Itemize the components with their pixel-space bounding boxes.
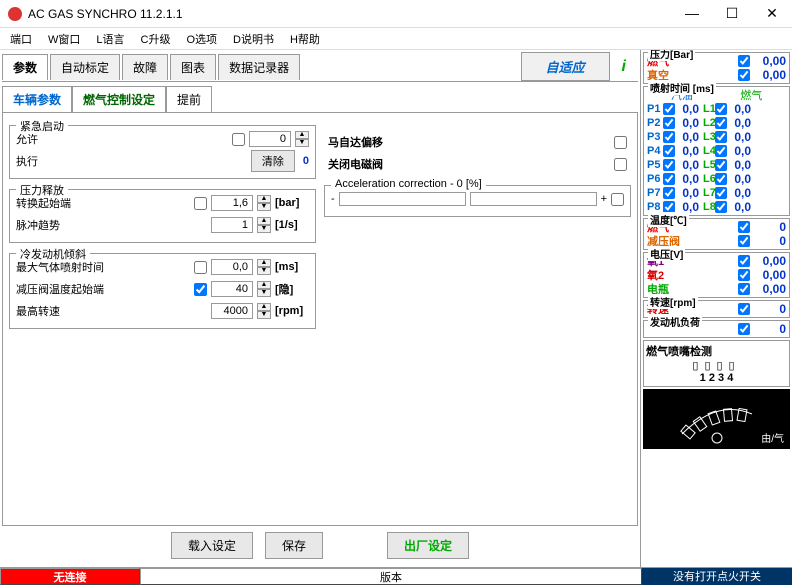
info-icon[interactable]: i [610,58,638,76]
menu-help[interactable]: H帮助 [284,29,326,49]
menu-window[interactable]: W窗口 [42,29,86,49]
tab-params[interactable]: 参数 [2,54,48,80]
maxrpm-unit: [rpm] [275,305,309,317]
gauge: 由/气 [643,389,790,449]
accel-plus: + [601,193,607,205]
inj-row: P20,0L20,0 [647,116,786,130]
accel-minus: - [331,193,335,205]
accel-slider-right[interactable] [470,192,597,206]
reducer-checkbox[interactable] [194,283,207,296]
maxinj-input[interactable] [211,259,253,275]
pulse-input[interactable] [211,217,253,233]
tab-autocal[interactable]: 自动标定 [50,54,120,80]
menu-manual[interactable]: D说明书 [227,29,280,49]
maxrpm-label: 最高转速 [16,303,207,319]
close-button[interactable]: ✕ [760,5,784,22]
accel-slider-left[interactable] [339,192,466,206]
inj-row: P60,0L60,0 [647,172,786,186]
clear-button[interactable]: 清除 [251,150,295,172]
accel-checkbox[interactable] [611,193,624,206]
start-unit: [bar] [275,197,309,209]
tab-chart[interactable]: 图表 [170,54,216,80]
injtime-panel: 喷射时间 [ms] 汽油燃气 P10,0L10,0P20,0L20,0P30,0… [643,86,790,216]
adapt-button[interactable]: 自适应 [521,52,610,81]
load-button[interactable]: 载入设定 [171,532,253,559]
pulse-unit: [1/s] [275,219,309,231]
pressure-title: 压力释放 [16,182,68,198]
factory-button[interactable]: 出厂设定 [387,532,469,559]
app-icon [8,7,22,21]
inj-row: P70,0L70,0 [647,186,786,200]
cold-engine-group: 冷发动机倾斜 最大气体喷射时间 ▲▼ [ms] 减压阀温度起始端 ▲▼ [隐] [9,253,316,329]
menu-upgrade[interactable]: C升级 [135,29,177,49]
accel-group: Acceleration correction - 0 [%] - + [324,185,631,217]
maxrpm-input[interactable] [211,303,253,319]
exec-label: 执行 [16,153,247,169]
maximize-button[interactable]: ☐ [720,5,744,22]
spin-up[interactable]: ▲ [295,131,309,139]
menu-port[interactable]: 端口 [4,29,38,49]
start-checkbox[interactable] [194,197,207,210]
cold-title: 冷发动机倾斜 [16,246,90,262]
maxinj-unit: [ms] [275,261,309,273]
injector-test: 燃气喷嘴检测 ▯▯▯▯ 1 2 3 4 [643,340,790,387]
subtab-advance[interactable]: 提前 [166,86,212,112]
mazda-checkbox[interactable] [614,136,627,149]
menu-options[interactable]: O选项 [180,29,223,49]
subtab-gas-control[interactable]: 燃气控制设定 [72,86,166,112]
start-input[interactable] [211,195,253,211]
reducer-input[interactable] [211,281,253,297]
volt-panel: 电压[V] 氧10,00 氧20,00 电瓶0,00 [643,252,790,298]
accel-title: Acceleration correction - 0 [%] [331,178,486,190]
maxinj-checkbox[interactable] [194,261,207,274]
titlebar: AC GAS SYNCHRO 11.2.1.1 — ☐ ✕ [0,0,792,28]
load-panel: 发动机负荷 0 [643,320,790,338]
tab-fault[interactable]: 故障 [122,54,168,80]
inj-row: P40,0L40,0 [647,144,786,158]
status-noconn: 无连接 [0,568,140,585]
inj-row: P50,0L50,0 [647,158,786,172]
pressure-release-group: 压力释放 转换起始端 ▲▼ [bar] 脉冲趋势 ▲▼ [1/s] [9,189,316,243]
status-msg: 没有打开点火开关 [642,568,792,585]
emergency-group: 紧急启动 允许 ▲▼ 执行 清除 0 [9,125,316,179]
status-version: 版本 [140,568,642,585]
allow-checkbox[interactable] [232,133,245,146]
window-title: AC GAS SYNCHRO 11.2.1.1 [28,7,680,21]
spin-down[interactable]: ▼ [295,139,309,147]
minimize-button[interactable]: — [680,5,704,22]
pressure-vac-check[interactable] [738,69,750,81]
menubar: 端口 W窗口 L语言 C升级 O选项 D说明书 H帮助 [0,28,792,50]
subtab-vehicle[interactable]: 车辆参数 [2,86,72,112]
emergency-title: 紧急启动 [16,118,68,134]
inj-row: P10,0L10,0 [647,102,786,116]
closevalve-label: 关闭电磁阀 [328,156,610,172]
reducer-unit: [隐] [275,281,309,297]
tab-logger[interactable]: 数据记录器 [218,54,300,80]
exec-value: 0 [299,155,309,167]
pressure-gas-check[interactable] [738,55,750,67]
menu-language[interactable]: L语言 [90,29,130,49]
pulse-label: 脉冲趋势 [16,217,207,233]
reducer-label: 减压阀温度起始端 [16,281,190,297]
inj-row: P30,0L30,0 [647,130,786,144]
mazda-label: 马自达偏移 [328,134,610,150]
allow-input[interactable] [249,131,291,147]
closevalve-checkbox[interactable] [614,158,627,171]
statusbar: 无连接 版本 没有打开点火开关 [0,567,792,585]
save-button[interactable]: 保存 [265,532,323,559]
